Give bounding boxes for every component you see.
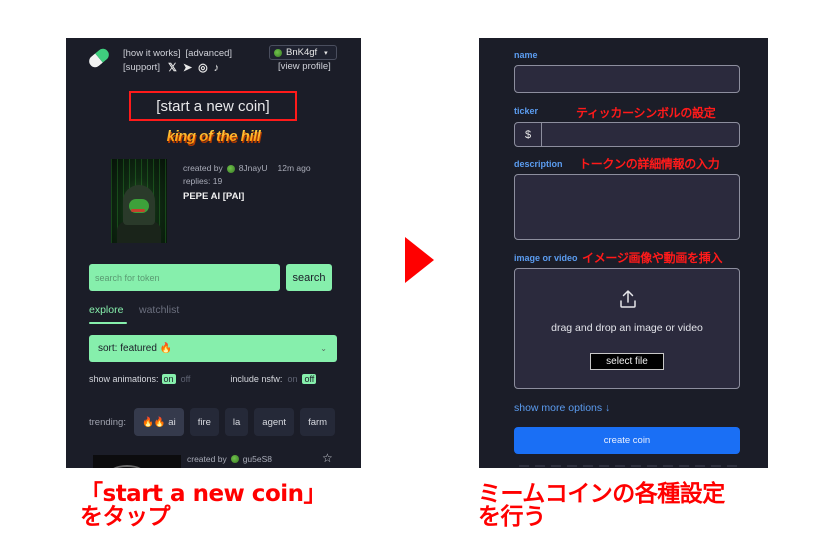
creator-avatar-icon bbox=[226, 164, 235, 173]
show-animations-label: show animations: bbox=[89, 374, 159, 384]
coin-name[interactable]: PEPE AI [PAI] bbox=[183, 190, 311, 203]
ticker-input[interactable]: $ bbox=[514, 122, 740, 147]
sort-value: sort: featured 🔥 bbox=[98, 343, 173, 354]
right-screen-create-coin-form: name ticker ティッカーシンボルの設定 $ description ト… bbox=[479, 38, 768, 468]
coin-card-image[interactable] bbox=[93, 455, 181, 468]
header-nav: [how it works] [advanced] [support] 𝕏 ➤ … bbox=[123, 47, 232, 75]
king-of-the-hill-banner: king of the hill bbox=[156, 128, 271, 145]
token-search-input[interactable] bbox=[89, 264, 280, 291]
star-icon[interactable]: ☆ bbox=[322, 451, 333, 465]
coin-card-meta: created by gu5eS8 bbox=[187, 454, 272, 464]
caption-left-line1: 「start a new coin」 bbox=[80, 481, 327, 507]
wallet-dropdown[interactable]: BnK4gf ▾ bbox=[269, 45, 337, 60]
caption-right-line2: を行う bbox=[478, 504, 546, 530]
show-animations-off-toggle[interactable]: off bbox=[179, 374, 193, 384]
include-nsfw-off-toggle[interactable]: off bbox=[302, 374, 317, 384]
ticker-annotation: ティッカーシンボルの設定 bbox=[576, 106, 716, 120]
wallet-label: BnK4gf bbox=[286, 47, 318, 58]
start-new-coin-link[interactable]: [start a new coin] bbox=[129, 91, 297, 121]
include-nsfw-on-toggle[interactable]: on bbox=[285, 374, 299, 384]
chevron-down-icon: ⌄ bbox=[320, 344, 327, 353]
featured-coin-meta: created by 8JnayU 12m ago replies: 19 PE… bbox=[183, 162, 311, 203]
social-links: 𝕏 ➤ ◎ ♪ bbox=[168, 61, 219, 75]
image-annotation: イメージ画像や動画を挿入 bbox=[582, 251, 723, 265]
create-coin-button[interactable]: create coin bbox=[514, 427, 740, 454]
search-button[interactable]: search bbox=[286, 264, 332, 291]
pill-logo-icon[interactable] bbox=[86, 46, 112, 70]
replies-count: replies: 19 bbox=[183, 176, 223, 186]
creator-link[interactable]: 8JnayU bbox=[239, 162, 268, 175]
featured-coin-image[interactable] bbox=[111, 159, 167, 243]
image-or-video-label: image or video bbox=[514, 253, 578, 263]
advanced-link[interactable]: [advanced] bbox=[186, 47, 232, 61]
trending-chip[interactable]: 🔥🔥 ai bbox=[133, 408, 184, 436]
x-icon[interactable]: 𝕏 bbox=[168, 61, 177, 75]
trending-chip[interactable]: agent bbox=[254, 408, 295, 436]
description-annotation: トークンの詳細情報の入力 bbox=[579, 157, 720, 171]
left-screen-pump-home: [how it works] [advanced] [support] 𝕏 ➤ … bbox=[66, 38, 361, 468]
trending-chip[interactable]: la bbox=[224, 408, 249, 436]
trending-chip[interactable]: farm bbox=[300, 408, 336, 436]
telegram-icon[interactable]: ➤ bbox=[183, 61, 192, 75]
upload-icon bbox=[620, 290, 636, 308]
dollar-prefix: $ bbox=[515, 123, 542, 146]
description-label: description bbox=[514, 159, 563, 169]
frog-avatar-icon bbox=[274, 48, 282, 57]
display-toggles: show animations: on off include nsfw: on… bbox=[89, 374, 317, 384]
tab-explore[interactable]: explore bbox=[89, 304, 123, 316]
show-animations-on-toggle[interactable]: on bbox=[161, 374, 176, 384]
sort-dropdown[interactable]: sort: featured 🔥 ⌄ bbox=[89, 335, 337, 362]
caption-left: 「start a new coin」 をタップ bbox=[80, 481, 327, 530]
ticker-label: ticker bbox=[514, 106, 539, 116]
description-textarea[interactable] bbox=[514, 174, 740, 240]
how-it-works-link[interactable]: [how it works] bbox=[123, 47, 181, 61]
include-nsfw-label: include nsfw: bbox=[230, 374, 283, 384]
caption-right: ミームコインの各種設定 を行う bbox=[478, 483, 725, 529]
name-label: name bbox=[514, 50, 538, 60]
footer-text-cutoff bbox=[519, 465, 739, 467]
view-profile-link[interactable]: [view profile] bbox=[278, 61, 331, 72]
created-by-label: created by bbox=[183, 163, 223, 173]
created-by-label: created by bbox=[187, 454, 227, 464]
active-tab-indicator bbox=[89, 322, 127, 324]
trending-bar: trending: 🔥🔥 ai fire la agent farm bbox=[89, 408, 336, 436]
caption-right-line1: ミームコインの各種設定 bbox=[478, 481, 725, 507]
tab-watchlist[interactable]: watchlist bbox=[139, 304, 179, 316]
upload-hint: drag and drop an image or video bbox=[551, 322, 703, 334]
upload-dropzone[interactable]: drag and drop an image or video select f… bbox=[514, 268, 740, 389]
caption-left-line2: をタップ bbox=[80, 504, 171, 530]
creator-avatar-icon bbox=[230, 455, 239, 463]
trending-label: trending: bbox=[89, 416, 126, 428]
trending-chip[interactable]: fire bbox=[189, 408, 219, 436]
tiktok-icon[interactable]: ♪ bbox=[214, 61, 220, 75]
creator-link[interactable]: gu5eS8 bbox=[243, 454, 272, 464]
caret-down-icon: ▾ bbox=[324, 49, 328, 57]
select-file-button[interactable]: select file bbox=[590, 353, 664, 370]
time-ago: 12m ago bbox=[277, 163, 311, 173]
next-step-arrow-icon bbox=[405, 237, 434, 283]
support-link[interactable]: [support] bbox=[123, 61, 160, 75]
name-input[interactable] bbox=[514, 65, 740, 93]
show-more-options-link[interactable]: show more options ↓ bbox=[514, 402, 610, 414]
instagram-icon[interactable]: ◎ bbox=[198, 61, 208, 75]
